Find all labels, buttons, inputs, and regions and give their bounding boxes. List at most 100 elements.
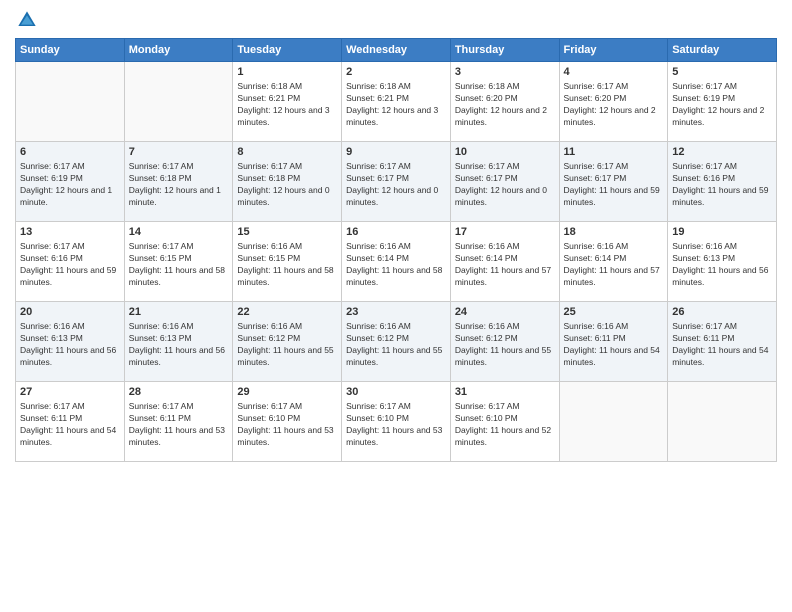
day-info: Sunrise: 6:16 AM Sunset: 6:12 PM Dayligh… — [346, 321, 446, 369]
day-number: 5 — [672, 65, 772, 80]
calendar-cell: 13Sunrise: 6:17 AM Sunset: 6:16 PM Dayli… — [16, 222, 125, 302]
week-row-5: 27 Sunrise: 6:17 AM Sunset: 6:11 PM Dayli… — [16, 382, 777, 462]
calendar-cell: 2Sunrise: 6:18 AM Sunset: 6:21 PM Daylig… — [342, 62, 451, 142]
day-info: Sunrise: 6:17 AM Sunset: 6:17 PM Dayligh… — [455, 161, 555, 209]
calendar-cell: 16Sunrise: 6:16 AM Sunset: 6:14 PM Dayli… — [342, 222, 451, 302]
day-info: Sunrise: 6:16 AM Sunset: 6:13 PM Dayligh… — [129, 321, 229, 369]
day-info: Sunrise: 6:18 AM Sunset: 6:21 PM Dayligh… — [237, 81, 337, 129]
week-row-1: 1Sunrise: 6:18 AM Sunset: 6:21 PM Daylig… — [16, 62, 777, 142]
week-row-2: 6Sunrise: 6:17 AM Sunset: 6:19 PM Daylig… — [16, 142, 777, 222]
day-info: Sunrise: 6:17 AM Sunset: 6:10 PM Dayligh… — [346, 401, 446, 449]
logo-icon — [17, 10, 37, 30]
day-info: Sunrise: 6:17 AM Sunset: 6:15 PM Dayligh… — [129, 241, 229, 289]
day-info: Sunrise: 6:17 AM Sunset: 6:11 PM Dayligh… — [129, 401, 229, 449]
calendar-cell: 12Sunrise: 6:17 AM Sunset: 6:16 PM Dayli… — [668, 142, 777, 222]
day-number: 18 — [564, 225, 664, 240]
day-number: 15 — [237, 225, 337, 240]
day-number: 19 — [672, 225, 772, 240]
page: SundayMondayTuesdayWednesdayThursdayFrid… — [0, 0, 792, 612]
calendar-cell: 5Sunrise: 6:17 AM Sunset: 6:19 PM Daylig… — [668, 62, 777, 142]
logo-area — [15, 10, 37, 30]
header — [15, 10, 777, 30]
day-info: Sunrise: 6:17 AM Sunset: 6:17 PM Dayligh… — [564, 161, 664, 209]
day-number: 28 — [129, 385, 229, 400]
day-info: Sunrise: 6:16 AM Sunset: 6:15 PM Dayligh… — [237, 241, 337, 289]
day-info: Sunrise: 6:16 AM Sunset: 6:14 PM Dayligh… — [564, 241, 664, 289]
calendar-cell — [16, 62, 125, 142]
day-info: Sunrise: 6:18 AM Sunset: 6:20 PM Dayligh… — [455, 81, 555, 129]
day-info: Sunrise: 6:17 AM Sunset: 6:18 PM Dayligh… — [129, 161, 229, 209]
day-info: Sunrise: 6:16 AM Sunset: 6:13 PM Dayligh… — [672, 241, 772, 289]
calendar-cell — [559, 382, 668, 462]
day-number: 25 — [564, 305, 664, 320]
day-info: Sunrise: 6:17 AM Sunset: 6:16 PM Dayligh… — [672, 161, 772, 209]
calendar-cell: 11Sunrise: 6:17 AM Sunset: 6:17 PM Dayli… — [559, 142, 668, 222]
calendar-cell: 18Sunrise: 6:16 AM Sunset: 6:14 PM Dayli… — [559, 222, 668, 302]
col-header-wednesday: Wednesday — [342, 39, 451, 62]
calendar-cell: 17Sunrise: 6:16 AM Sunset: 6:14 PM Dayli… — [450, 222, 559, 302]
day-number: 1 — [237, 65, 337, 80]
col-header-thursday: Thursday — [450, 39, 559, 62]
day-info: Sunrise: 6:17 AM Sunset: 6:20 PM Dayligh… — [564, 81, 664, 129]
calendar: SundayMondayTuesdayWednesdayThursdayFrid… — [15, 38, 777, 462]
day-number: 7 — [129, 145, 229, 160]
day-number: 2 — [346, 65, 446, 80]
day-info: Sunrise: 6:16 AM Sunset: 6:14 PM Dayligh… — [455, 241, 555, 289]
day-number: 8 — [237, 145, 337, 160]
day-number: 20 — [20, 305, 120, 320]
calendar-cell: 3Sunrise: 6:18 AM Sunset: 6:20 PM Daylig… — [450, 62, 559, 142]
calendar-cell: 8Sunrise: 6:17 AM Sunset: 6:18 PM Daylig… — [233, 142, 342, 222]
calendar-cell: 23Sunrise: 6:16 AM Sunset: 6:12 PM Dayli… — [342, 302, 451, 382]
day-number: 14 — [129, 225, 229, 240]
calendar-cell: 25Sunrise: 6:16 AM Sunset: 6:11 PM Dayli… — [559, 302, 668, 382]
day-number: 21 — [129, 305, 229, 320]
day-info: Sunrise: 6:16 AM Sunset: 6:12 PM Dayligh… — [237, 321, 337, 369]
calendar-cell: 31Sunrise: 6:17 AM Sunset: 6:10 PM Dayli… — [450, 382, 559, 462]
day-number: 4 — [564, 65, 664, 80]
week-row-4: 20Sunrise: 6:16 AM Sunset: 6:13 PM Dayli… — [16, 302, 777, 382]
calendar-cell: 4Sunrise: 6:17 AM Sunset: 6:20 PM Daylig… — [559, 62, 668, 142]
day-info: Sunrise: 6:16 AM Sunset: 6:13 PM Dayligh… — [20, 321, 120, 369]
day-number: 3 — [455, 65, 555, 80]
calendar-cell: 20Sunrise: 6:16 AM Sunset: 6:13 PM Dayli… — [16, 302, 125, 382]
day-number: 29 — [237, 385, 337, 400]
day-number: 11 — [564, 145, 664, 160]
day-info: Sunrise: 6:17 AM Sunset: 6:17 PM Dayligh… — [346, 161, 446, 209]
day-number: 13 — [20, 225, 120, 240]
day-info: Sunrise: 6:16 AM Sunset: 6:14 PM Dayligh… — [346, 241, 446, 289]
day-number: 16 — [346, 225, 446, 240]
day-number: 23 — [346, 305, 446, 320]
day-info: Sunrise: 6:17 AM Sunset: 6:10 PM Dayligh… — [455, 401, 555, 449]
calendar-cell: 10Sunrise: 6:17 AM Sunset: 6:17 PM Dayli… — [450, 142, 559, 222]
day-number: 10 — [455, 145, 555, 160]
calendar-cell: 29Sunrise: 6:17 AM Sunset: 6:10 PM Dayli… — [233, 382, 342, 462]
day-number: 22 — [237, 305, 337, 320]
calendar-cell: 30Sunrise: 6:17 AM Sunset: 6:10 PM Dayli… — [342, 382, 451, 462]
col-header-saturday: Saturday — [668, 39, 777, 62]
calendar-cell: 9Sunrise: 6:17 AM Sunset: 6:17 PM Daylig… — [342, 142, 451, 222]
calendar-cell — [124, 62, 233, 142]
day-number: 6 — [20, 145, 120, 160]
day-info: Sunrise: 6:16 AM Sunset: 6:12 PM Dayligh… — [455, 321, 555, 369]
calendar-cell: 24Sunrise: 6:16 AM Sunset: 6:12 PM Dayli… — [450, 302, 559, 382]
day-info: Sunrise: 6:17 AM Sunset: 6:19 PM Dayligh… — [672, 81, 772, 129]
day-number: 27 — [20, 385, 120, 400]
day-number: 30 — [346, 385, 446, 400]
day-info: Sunrise: 6:17 AM Sunset: 6:11 PM Dayligh… — [672, 321, 772, 369]
day-info: Sunrise: 6:18 AM Sunset: 6:21 PM Dayligh… — [346, 81, 446, 129]
calendar-cell — [668, 382, 777, 462]
calendar-cell: 19Sunrise: 6:16 AM Sunset: 6:13 PM Dayli… — [668, 222, 777, 302]
day-number: 31 — [455, 385, 555, 400]
day-info: Sunrise: 6:17 AM Sunset: 6:18 PM Dayligh… — [237, 161, 337, 209]
day-number: 24 — [455, 305, 555, 320]
day-info: Sunrise: 6:16 AM Sunset: 6:11 PM Dayligh… — [564, 321, 664, 369]
calendar-cell: 27Sunrise: 6:17 AM Sunset: 6:11 PM Dayli… — [16, 382, 125, 462]
calendar-cell: 15Sunrise: 6:16 AM Sunset: 6:15 PM Dayli… — [233, 222, 342, 302]
calendar-cell: 22Sunrise: 6:16 AM Sunset: 6:12 PM Dayli… — [233, 302, 342, 382]
col-header-sunday: Sunday — [16, 39, 125, 62]
col-header-monday: Monday — [124, 39, 233, 62]
calendar-cell: 1Sunrise: 6:18 AM Sunset: 6:21 PM Daylig… — [233, 62, 342, 142]
day-number: 26 — [672, 305, 772, 320]
day-number: 12 — [672, 145, 772, 160]
calendar-cell: 28Sunrise: 6:17 AM Sunset: 6:11 PM Dayli… — [124, 382, 233, 462]
